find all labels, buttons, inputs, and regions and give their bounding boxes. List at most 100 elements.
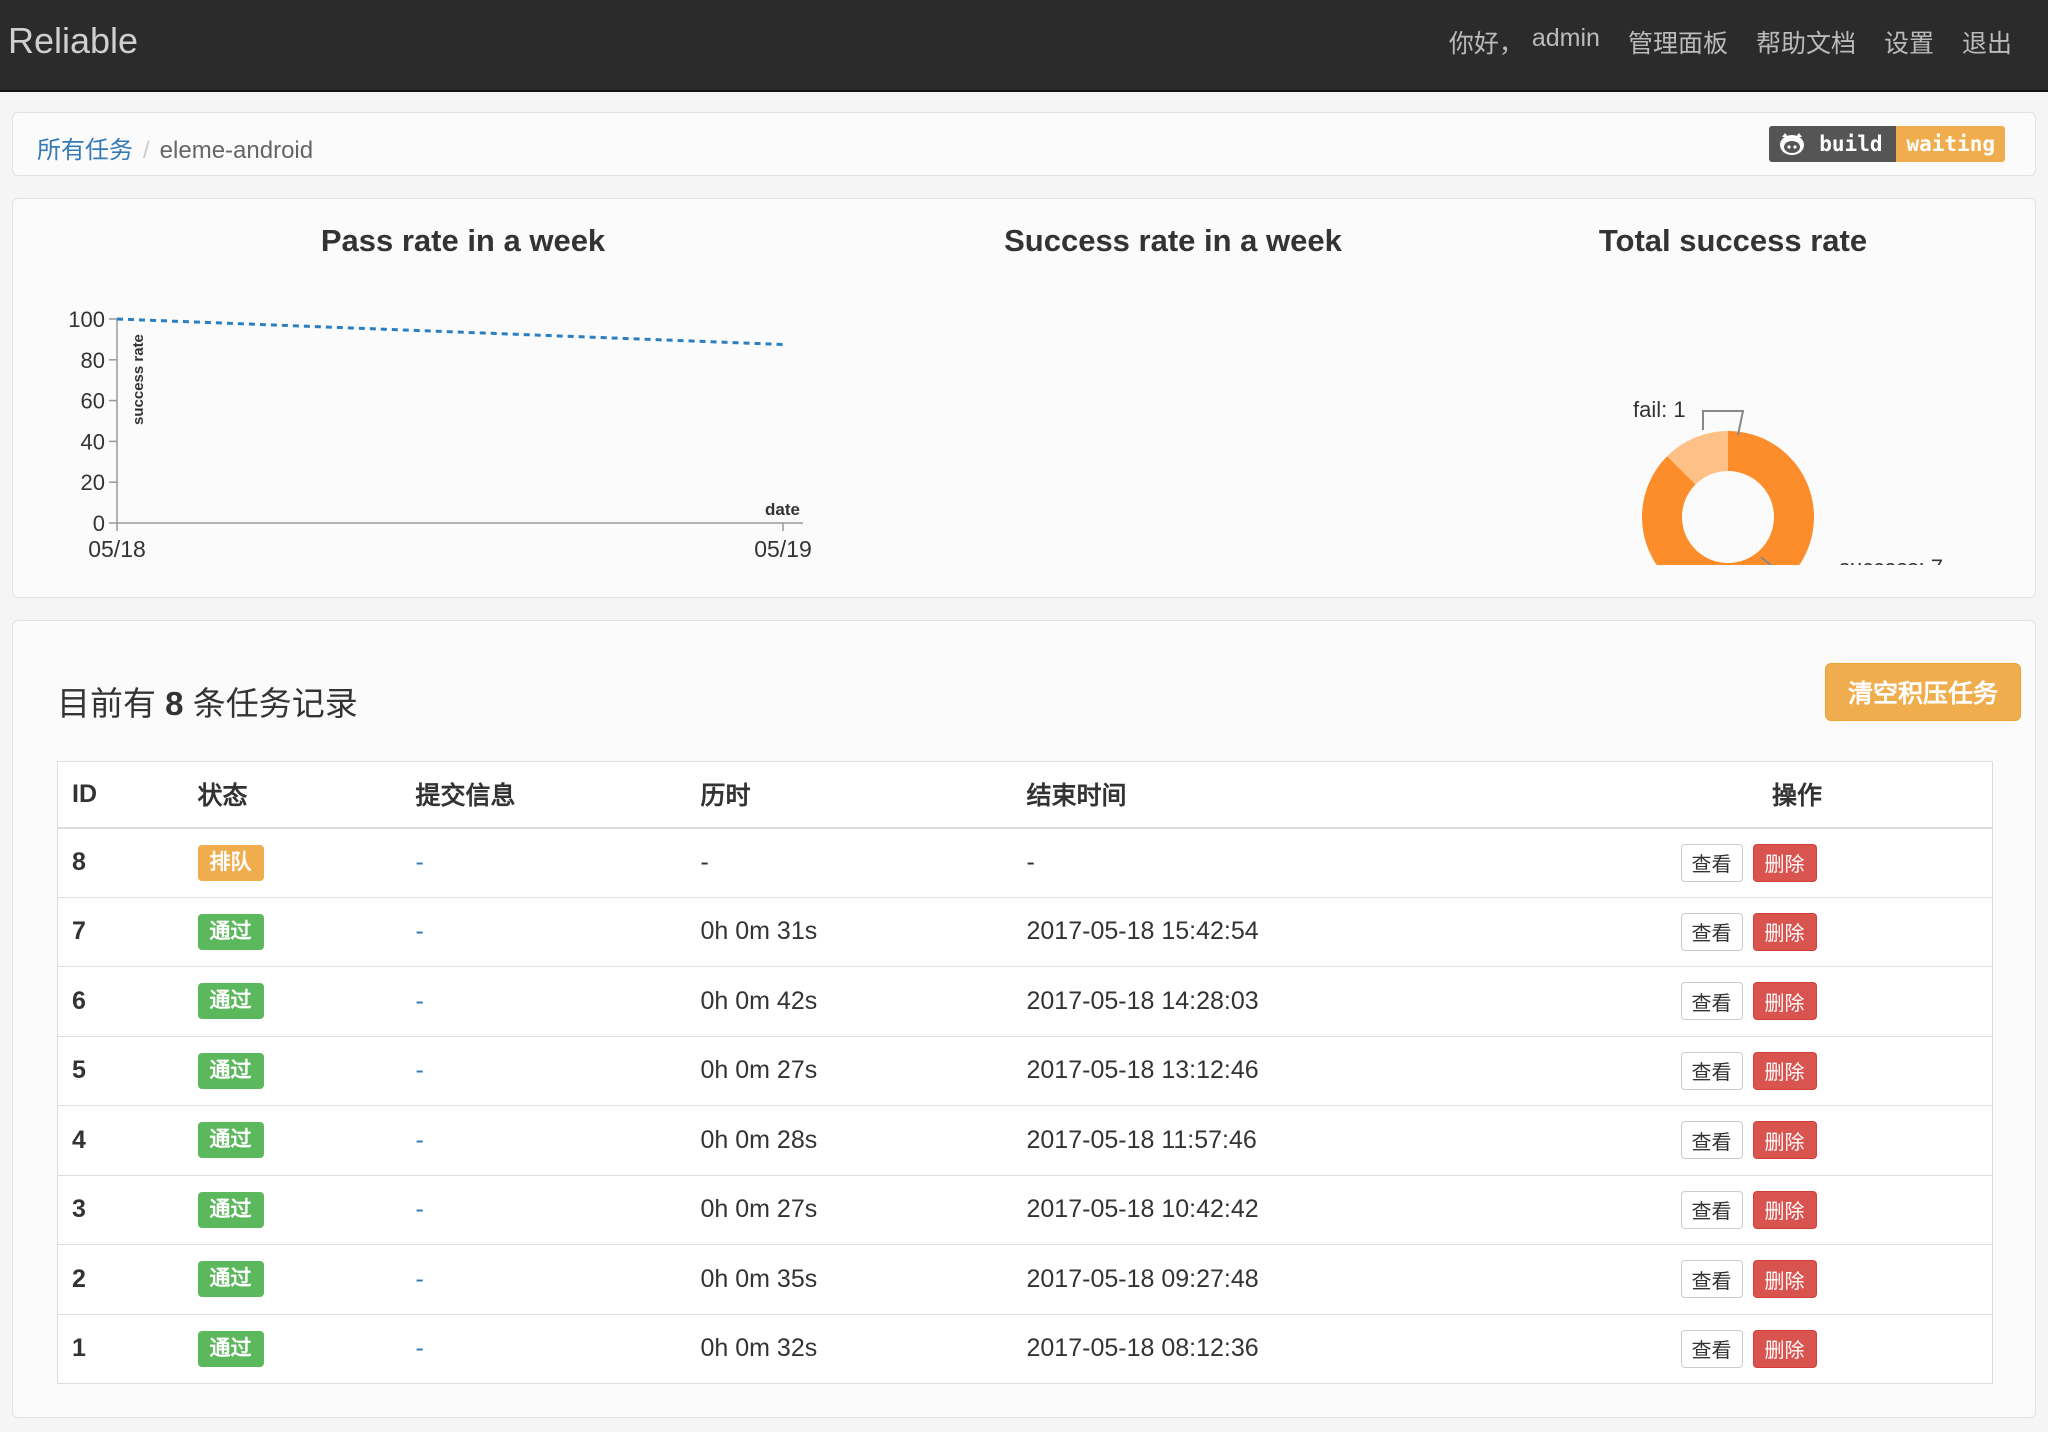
y-tick-label: 20 bbox=[81, 470, 105, 495]
task-id: 1 bbox=[57, 1313, 184, 1384]
task-commit: - bbox=[401, 1244, 687, 1314]
nav-help-docs[interactable]: 帮助文档 bbox=[1756, 24, 1856, 60]
task-commit: - bbox=[401, 1035, 687, 1106]
view-button[interactable]: 查看 bbox=[1680, 1329, 1743, 1368]
nav-greeting: 你好， bbox=[1448, 30, 1524, 58]
col-end-time[interactable]: 结束时间 bbox=[1012, 761, 1613, 829]
view-button[interactable]: 查看 bbox=[1680, 1051, 1743, 1090]
table-row: 4 通过 -0h 0m 28s 2017-05-18 11:57:46 查看 删除 bbox=[57, 1105, 1993, 1175]
task-end-time: 2017-05-18 09:27:48 bbox=[1012, 1244, 1613, 1314]
table-row: 3 通过 -0h 0m 27s 2017-05-18 10:42:42 查看 删除 bbox=[57, 1174, 1993, 1245]
task-count: 8 bbox=[165, 685, 184, 722]
task-status-cell: 通过 bbox=[183, 1105, 402, 1175]
heading-prefix: 目前有 bbox=[57, 685, 156, 722]
status-badge: 通过 bbox=[197, 1122, 264, 1159]
success-slice-label: success: 7 bbox=[1839, 555, 1943, 565]
breadcrumb-all-tasks[interactable]: 所有任务 bbox=[37, 137, 133, 164]
breadcrumb: 所有任务 / eleme-android bbox=[37, 130, 313, 165]
success-rate-title: Success rate in a week bbox=[1004, 223, 1342, 258]
y-tick-label: 40 bbox=[81, 429, 105, 454]
success-slice bbox=[1642, 431, 1814, 565]
x-tick-label: 05/18 bbox=[88, 536, 146, 562]
task-actions: 查看 删除 bbox=[1612, 966, 1993, 1036]
col-duration[interactable]: 历时 bbox=[686, 761, 1013, 829]
view-button[interactable]: 查看 bbox=[1680, 843, 1743, 882]
tasks-panel: 目前有 8 条任务记录 清空积压任务 ID 状态 提交信息 历时 结束时间 操作… bbox=[12, 620, 2036, 1418]
table-row: 8 排队 - - - 查看 删除 bbox=[57, 827, 1993, 897]
task-commit: - bbox=[401, 896, 687, 967]
delete-button[interactable]: 删除 bbox=[1752, 1260, 1817, 1299]
table-header-row: ID 状态 提交信息 历时 结束时间 操作 bbox=[57, 761, 1993, 829]
navbar-links: 你好， admin 管理面板 帮助文档 设置 退出 bbox=[1449, 24, 2012, 60]
task-duration: - bbox=[686, 827, 1013, 897]
table-row: 7 通过 -0h 0m 31s 2017-05-18 15:42:54 查看 删除 bbox=[57, 896, 1993, 967]
col-status[interactable]: 状态 bbox=[183, 761, 402, 829]
col-commit[interactable]: 提交信息 bbox=[401, 761, 687, 829]
delete-button[interactable]: 删除 bbox=[1752, 912, 1817, 951]
y-axis-label: success rate bbox=[130, 334, 147, 425]
task-duration: 0h 0m 32s bbox=[686, 1313, 1013, 1384]
badge-status: waiting bbox=[1896, 126, 2005, 162]
task-actions: 查看 删除 bbox=[1612, 1174, 1993, 1245]
delete-button[interactable]: 删除 bbox=[1752, 1051, 1817, 1090]
fail-slice-label: fail: 1 bbox=[1633, 397, 1686, 422]
task-id: 3 bbox=[57, 1174, 184, 1245]
delete-button[interactable]: 删除 bbox=[1752, 1121, 1817, 1160]
tasks-count-heading: 目前有 8 条任务记录 bbox=[57, 677, 358, 725]
task-actions: 查看 删除 bbox=[1612, 1105, 1993, 1175]
table-row: 5 通过 -0h 0m 27s 2017-05-18 13:12:46 查看 删除 bbox=[57, 1035, 1993, 1106]
heading-suffix: 条任务记录 bbox=[192, 685, 358, 722]
pass-rate-line-chart: 0 20 40 60 80 100 05/18 05/19 success rate dat… bbox=[68, 307, 812, 562]
delete-button[interactable]: 删除 bbox=[1752, 982, 1817, 1021]
nav-settings[interactable]: 设置 bbox=[1884, 24, 1934, 60]
breadcrumb-bar: 所有任务 / eleme-android build waiting bbox=[12, 112, 2036, 176]
view-button[interactable]: 查看 bbox=[1680, 1190, 1743, 1229]
y-tick-label: 0 bbox=[93, 511, 105, 536]
task-duration: 0h 0m 35s bbox=[686, 1244, 1013, 1314]
badge-label: build bbox=[1819, 132, 1883, 156]
task-actions: 查看 删除 bbox=[1612, 1244, 1993, 1314]
total-success-donut-chart: fail: 1 success: 7 bbox=[1633, 397, 1943, 565]
task-commit: - bbox=[401, 966, 687, 1036]
github-octocat-icon bbox=[1780, 133, 1805, 155]
status-badge: 排队 bbox=[197, 844, 264, 881]
view-button[interactable]: 查看 bbox=[1680, 912, 1743, 951]
task-id: 6 bbox=[57, 966, 184, 1036]
task-status-cell: 通过 bbox=[183, 1244, 402, 1314]
task-commit: - bbox=[401, 1174, 687, 1245]
x-axis-label: date bbox=[765, 500, 800, 519]
nav-admin-panel[interactable]: 管理面板 bbox=[1628, 24, 1728, 60]
task-id: 7 bbox=[57, 896, 184, 967]
task-commit: - bbox=[401, 1313, 687, 1384]
status-badge: 通过 bbox=[197, 1052, 264, 1089]
col-id[interactable]: ID bbox=[57, 761, 184, 829]
table-row: 6 通过 -0h 0m 42s 2017-05-18 14:28:03 查看 删除 bbox=[57, 966, 1993, 1036]
task-status-cell: 通过 bbox=[183, 1313, 402, 1384]
view-button[interactable]: 查看 bbox=[1680, 982, 1743, 1021]
task-id: 2 bbox=[57, 1244, 184, 1314]
brand-link[interactable]: Reliable bbox=[8, 20, 138, 62]
delete-button[interactable]: 删除 bbox=[1752, 1190, 1817, 1229]
delete-button[interactable]: 删除 bbox=[1752, 1329, 1817, 1368]
view-button[interactable]: 查看 bbox=[1680, 1121, 1743, 1160]
task-actions: 查看 删除 bbox=[1612, 896, 1993, 967]
clear-backlog-button[interactable]: 清空积压任务 bbox=[1825, 663, 2021, 721]
task-commit: - bbox=[401, 827, 687, 897]
task-actions: 查看 删除 bbox=[1612, 1313, 1993, 1384]
build-status-badge[interactable]: build waiting bbox=[1769, 126, 2005, 162]
col-actions[interactable]: 操作 bbox=[1612, 761, 1993, 829]
task-id: 5 bbox=[57, 1035, 184, 1106]
task-status-cell: 通过 bbox=[183, 966, 402, 1036]
view-button[interactable]: 查看 bbox=[1680, 1260, 1743, 1299]
delete-button[interactable]: 删除 bbox=[1752, 843, 1817, 882]
task-end-time: 2017-05-18 13:12:46 bbox=[1012, 1035, 1613, 1106]
task-end-time: 2017-05-18 11:57:46 bbox=[1012, 1105, 1613, 1175]
task-id: 8 bbox=[57, 827, 184, 897]
nav-logout[interactable]: 退出 bbox=[1962, 24, 2012, 60]
task-duration: 0h 0m 27s bbox=[686, 1174, 1013, 1245]
nav-user-admin[interactable]: admin bbox=[1532, 24, 1600, 60]
task-duration: 0h 0m 27s bbox=[686, 1035, 1013, 1106]
task-duration: 0h 0m 28s bbox=[686, 1105, 1013, 1175]
tasks-table: ID 状态 提交信息 历时 结束时间 操作 8 排队 - - - 查看 删除 7 通过 -0h 0… bbox=[57, 761, 1993, 1384]
y-tick-label: 60 bbox=[81, 389, 105, 414]
